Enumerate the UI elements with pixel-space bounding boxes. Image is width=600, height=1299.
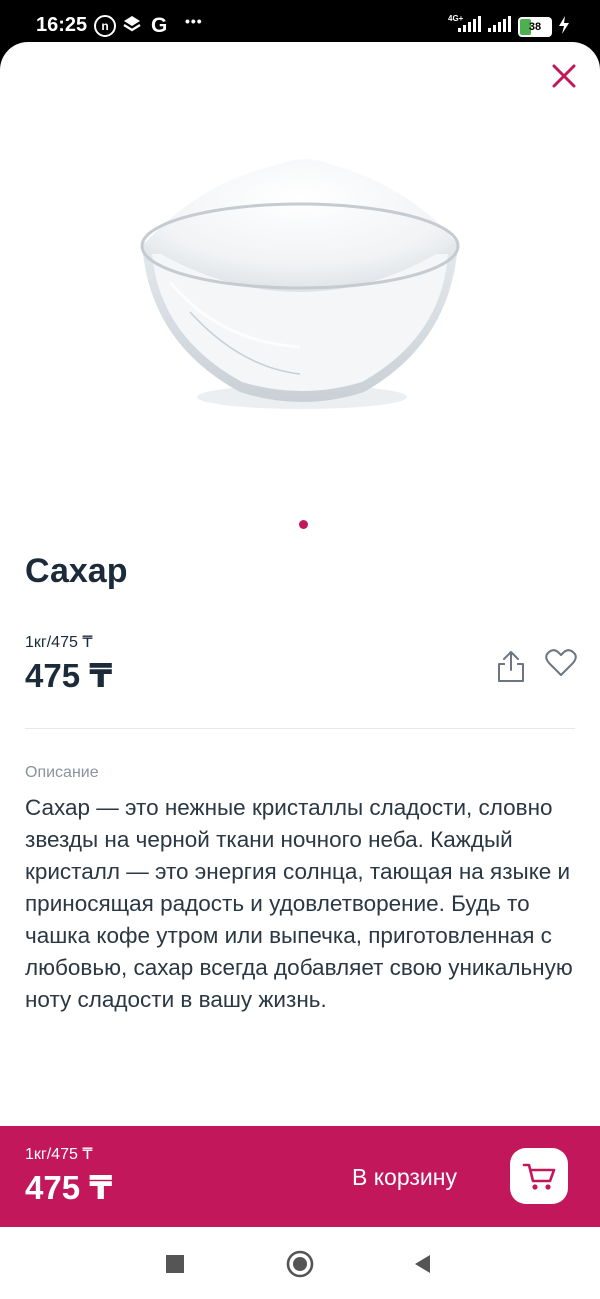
- product-price: 475 ₸: [25, 657, 113, 694]
- cart-price: 475 ₸: [25, 1169, 113, 1206]
- unit-price: 1кг/475 ₸: [25, 634, 93, 651]
- product-sheet: Сахар 1кг/475 ₸ 475 ₸ Описание Сахар — э…: [0, 42, 600, 1227]
- status-time: 16:25: [36, 14, 88, 36]
- share-icon: [498, 651, 524, 682]
- cart-icon: [522, 1163, 556, 1190]
- product-image[interactable]: [130, 142, 470, 412]
- add-to-cart-bar[interactable]: 1кг/475 ₸ 475 ₸ В корзину: [0, 1126, 600, 1227]
- description-label: Описание: [25, 764, 99, 781]
- google-icon: G: [151, 14, 168, 37]
- battery-level: 38: [528, 21, 542, 33]
- back-button[interactable]: [408, 1249, 438, 1279]
- recents-button[interactable]: [160, 1249, 190, 1279]
- divider: [25, 728, 575, 729]
- cart-unit-price: 1кг/475 ₸: [25, 1146, 93, 1163]
- notification-n-icon: n: [94, 15, 116, 37]
- share-button[interactable]: [494, 648, 528, 684]
- close-button[interactable]: [548, 60, 580, 92]
- more-dots-icon: •••: [185, 13, 203, 29]
- description-text: Сахар — это нежные кристаллы сладости, с…: [25, 795, 573, 1012]
- image-pager-dot: [299, 520, 308, 529]
- system-navigation-bar: [0, 1227, 600, 1299]
- charging-icon: [558, 16, 570, 39]
- battery-icon: 38: [518, 17, 552, 37]
- home-icon: [286, 1250, 314, 1278]
- add-to-cart-label[interactable]: В корзину: [352, 1164, 457, 1191]
- favorite-button[interactable]: [544, 648, 578, 678]
- product-title: Сахар: [25, 552, 128, 590]
- layers-icon: [122, 14, 142, 39]
- home-button[interactable]: [285, 1249, 315, 1279]
- heart-icon: [545, 649, 577, 676]
- signal-icon: [452, 16, 484, 39]
- close-icon: [552, 64, 576, 88]
- add-to-cart-button[interactable]: [510, 1148, 568, 1204]
- back-icon: [415, 1255, 430, 1273]
- signal-icon-2: [488, 16, 512, 39]
- recents-icon: [166, 1255, 184, 1273]
